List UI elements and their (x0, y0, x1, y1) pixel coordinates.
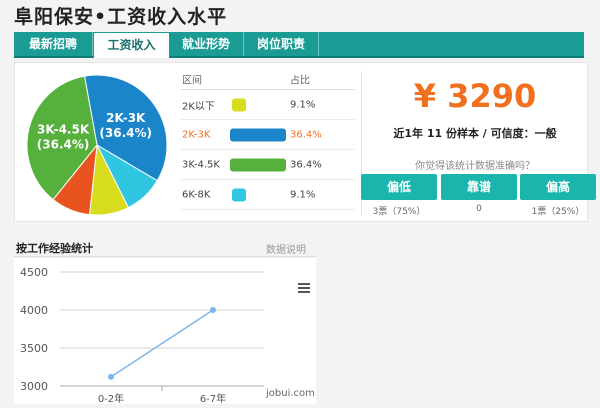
data-explanation-link[interactable]: 数据说明 (266, 241, 306, 256)
hamburger-menu-icon[interactable] (298, 278, 310, 293)
salary-distribution-table: 区间 占比 2K以下 9.1% 2K-3K 36.4% 3K-4.5K 36.4… (180, 69, 355, 210)
vote-too-high-count: 1票（25%） (531, 207, 585, 217)
data-point[interactable] (108, 373, 114, 380)
table-row: 2K以下 9.1% (180, 90, 355, 120)
sample-info: 近1年 11 份样本 / 可信度：一般 (393, 127, 557, 140)
row-percent: 36.4% (290, 129, 322, 140)
row-range: 2K以下 (182, 101, 215, 112)
row-bar (232, 98, 246, 111)
header-percent: 占比 (290, 75, 310, 87)
tab-employment-situation[interactable]: 就业形势 (169, 32, 244, 56)
vote-too-low-count: 3票（75%） (372, 207, 426, 217)
vote-too-low-button[interactable]: 偏低 (361, 174, 437, 200)
tab-job-duties[interactable]: 岗位职责 (244, 32, 319, 56)
pie-label: 2K-3K (106, 111, 146, 125)
watermark: jobui.com (266, 388, 315, 399)
tab-salary[interactable]: 工资收入 (93, 32, 170, 58)
salary-panel: 2K-3K (36.4%) 3K-4.5K (36.4%) 区间 占比 2K以下 9.… (14, 62, 596, 222)
pie-label: 3K-4.5K (37, 122, 90, 136)
x-tick-label: 6-7年 (200, 392, 226, 404)
accuracy-question: 你觉得该统计数据准确吗？ (415, 161, 535, 172)
table-row: 3K-4.5K 36.4% (180, 150, 355, 180)
header-range: 区间 (182, 75, 202, 87)
row-range: 6K-8K (182, 189, 211, 200)
row-percent: 9.1% (290, 99, 316, 110)
row-range: 2K-3K (182, 129, 211, 140)
series-line (110, 309, 214, 378)
row-percent: 36.4% (290, 159, 322, 170)
page-title: 阜阳保安•工资收入水平 (14, 6, 228, 28)
y-tick-label: 3500 (20, 342, 48, 355)
experience-line-chart: 3000 3500 4000 4500 0-2年 6-7年 (14, 258, 316, 405)
pie-percent-label: (36.4%) (99, 126, 152, 140)
section-divider (14, 256, 316, 257)
x-tick-label: 0-2年 (98, 392, 124, 404)
vote-reliable-count: 0 (476, 204, 482, 214)
vote-reliable-button[interactable]: 靠谱 (441, 174, 517, 200)
tab-bar: 最新招聘 工资收入 就业形势 岗位职责 (14, 32, 584, 58)
y-tick-label: 4000 (20, 304, 48, 317)
row-bar (232, 188, 246, 201)
experience-section-title: 按工作经验统计 (16, 242, 93, 255)
data-point[interactable] (210, 307, 216, 313)
tab-latest-jobs[interactable]: 最新招聘 (14, 32, 93, 56)
pie-percent-label: (36.4%) (37, 137, 90, 151)
row-bar (230, 128, 286, 141)
row-range: 3K-4.5K (182, 159, 220, 170)
average-salary: ¥ 3290 (413, 77, 537, 115)
salary-pie-chart: 2K-3K (36.4%) 3K-4.5K (36.4%) (17, 69, 177, 219)
table-row: 6K-8K 9.1% (180, 180, 355, 210)
row-bar (230, 158, 286, 171)
table-header: 区间 占比 (180, 69, 355, 90)
table-row: 2K-3K 36.4% (180, 120, 355, 150)
y-tick-label: 3000 (20, 380, 48, 393)
row-percent: 9.1% (290, 189, 316, 200)
y-tick-label: 4500 (20, 266, 48, 279)
vote-too-high-button[interactable]: 偏高 (520, 174, 596, 200)
